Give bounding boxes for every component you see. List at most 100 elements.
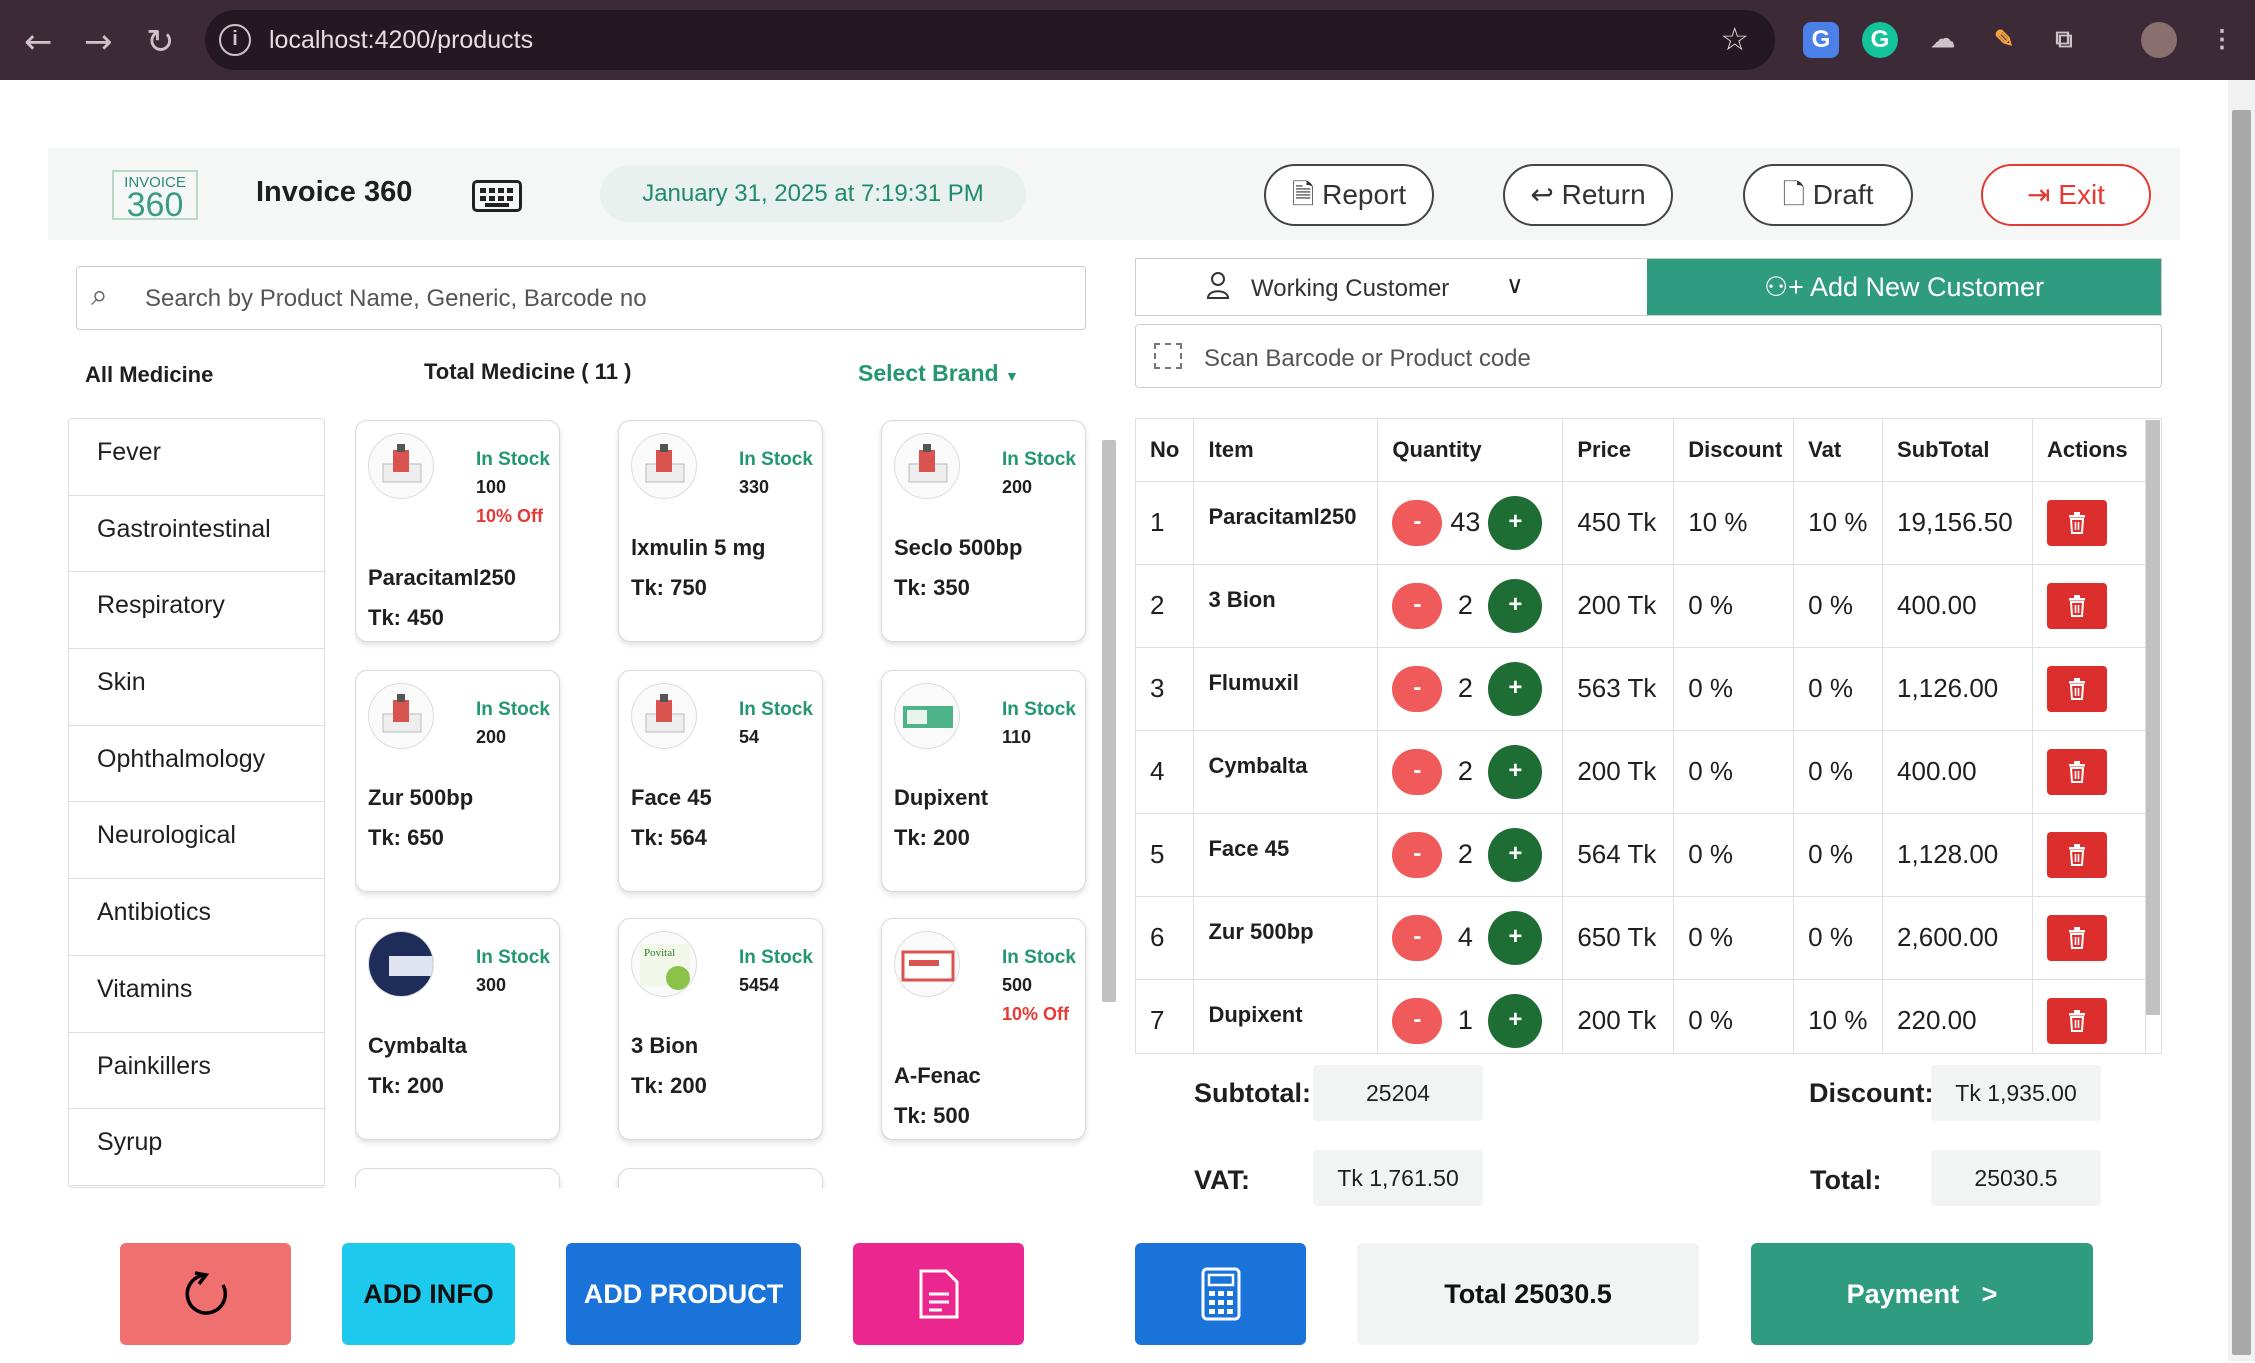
decrease-qty-button[interactable]: - — [1392, 499, 1443, 546]
category-item[interactable]: Antibiotics — [69, 879, 324, 956]
page-scrollbar-thumb[interactable] — [2232, 110, 2251, 1355]
decrease-qty-button[interactable]: - — [1392, 914, 1443, 961]
product-card[interactable]: In Stock 100 10% Off Paracitaml250 Tk: 4… — [355, 420, 560, 642]
qty-value: 43 — [1450, 507, 1481, 537]
increase-qty-button[interactable]: + — [1488, 744, 1543, 799]
page-scrollbar[interactable] — [2228, 80, 2255, 1361]
product-card[interactable]: Povital In Stock 5454 3 Bion Tk: 200 — [618, 918, 823, 1140]
select-brand-dropdown[interactable]: Select Brand ▼ — [858, 360, 1019, 387]
item-name: 3 Bion — [1193, 564, 1379, 648]
cart-scrollbar[interactable] — [2146, 420, 2160, 1015]
product-card[interactable] — [355, 1168, 560, 1188]
payment-button[interactable]: Payment > — [1751, 1243, 2093, 1345]
calculator-button[interactable] — [1135, 1243, 1306, 1345]
column-header: Quantity — [1377, 419, 1564, 482]
category-item[interactable]: Syrup — [69, 1109, 324, 1186]
draft-button[interactable]: 🗋 Draft — [1743, 164, 1913, 226]
browser-menu-icon[interactable]: ⋮ — [2204, 22, 2240, 58]
category-item[interactable]: Gastrointestinal — [69, 496, 324, 573]
stock-status: In Stock — [1002, 699, 1076, 720]
product-card[interactable]: In Stock 110 Dupixent Tk: 200 — [881, 670, 1086, 892]
qty-value: 2 — [1457, 756, 1473, 786]
increase-qty-button[interactable]: + — [1488, 495, 1543, 550]
table-header-row: No Item Quantity Price Discount Vat SubT… — [1136, 419, 2147, 482]
increase-qty-button[interactable]: + — [1488, 578, 1543, 633]
all-medicine-label[interactable]: All Medicine — [85, 362, 213, 388]
category-item[interactable]: Painkillers — [69, 1033, 324, 1110]
decrease-qty-button[interactable]: - — [1392, 748, 1443, 795]
calculator-icon — [1201, 1267, 1240, 1321]
add-info-button[interactable]: ADD INFO — [342, 1243, 515, 1345]
increase-qty-button[interactable]: + — [1488, 910, 1543, 965]
color-picker-extension-icon[interactable]: ✎ — [1986, 22, 2022, 58]
exit-button[interactable]: ⇥ Exit — [1981, 164, 2151, 226]
decrease-qty-button[interactable]: - — [1392, 831, 1443, 878]
add-new-customer-button[interactable]: ⚇+ Add New Customer — [1647, 259, 2161, 315]
discount-badge: 10% Off — [1002, 1004, 1070, 1024]
category-item[interactable]: Fever — [69, 419, 324, 496]
search-placeholder[interactable]: Search by Product Name, Generic, Barcode… — [145, 285, 647, 313]
address-bar[interactable]: i localhost:4200/products ☆ — [205, 10, 1775, 70]
category-item[interactable]: Vitamins — [69, 956, 324, 1033]
increase-qty-button[interactable]: + — [1488, 661, 1543, 716]
translate-extension-icon[interactable]: G — [1803, 22, 1839, 58]
increase-qty-button[interactable]: + — [1488, 827, 1543, 882]
site-info-icon[interactable]: i — [219, 24, 251, 56]
extension-icon[interactable]: ☁ — [1925, 22, 1961, 58]
increase-qty-button[interactable]: + — [1488, 993, 1543, 1048]
subtotal-cell: 400.00 — [1882, 564, 2033, 648]
trash-icon — [2068, 760, 2085, 783]
grammarly-extension-icon[interactable]: G — [1862, 22, 1898, 58]
category-item[interactable]: Skin — [69, 649, 324, 726]
product-card[interactable]: In Stock 200 Seclo 500bp Tk: 350 — [881, 420, 1086, 642]
decrease-qty-button[interactable]: - — [1392, 665, 1443, 712]
product-card[interactable]: In Stock 200 Zur 500bp Tk: 650 — [355, 670, 560, 892]
product-search-input[interactable]: ⌕ Search by Product Name, Generic, Barco… — [76, 266, 1086, 330]
return-button[interactable]: ↩ Return — [1503, 164, 1673, 226]
puzzle-extensions-icon[interactable]: ⧉ — [2046, 22, 2082, 58]
trash-icon — [2068, 1009, 2085, 1032]
delete-button[interactable] — [2046, 997, 2107, 1044]
forward-icon[interactable]: → — [84, 22, 113, 62]
category-item[interactable]: Ophthalmology — [69, 726, 324, 803]
delete-button[interactable] — [2046, 748, 2107, 795]
report-button[interactable]: 🗎 Report — [1264, 164, 1434, 226]
invoice-button[interactable] — [853, 1243, 1024, 1345]
working-customer-select[interactable]: Working Customer — [1251, 275, 1449, 303]
barcode-scan-input[interactable]: Scan Barcode or Product code — [1135, 324, 2162, 388]
column-header: Actions — [2032, 419, 2147, 482]
product-card[interactable]: In Stock 500 10% Off A-Fenac Tk: 500 — [881, 918, 1086, 1140]
url-text[interactable]: localhost:4200/products — [269, 26, 533, 55]
keyboard-icon[interactable] — [472, 180, 522, 212]
table-row: 6 Zur 500bp -4 + 650 Tk 0 % 0 % 2,600.00 — [1136, 896, 2147, 980]
product-list-scrollbar[interactable] — [1102, 440, 1116, 1002]
report-label: Report — [1322, 179, 1407, 210]
discount-cell: 0 % — [1673, 896, 1795, 980]
category-item[interactable]: Neurological — [69, 802, 324, 880]
bookmark-star-icon[interactable]: ☆ — [1720, 20, 1749, 58]
product-card[interactable]: In Stock 330 lxmulin 5 mg Tk: 750 — [618, 420, 823, 642]
product-card[interactable]: In Stock 54 Face 45 Tk: 564 — [618, 670, 823, 892]
price-cell: 200 Tk — [1562, 564, 1675, 648]
delete-button[interactable] — [2046, 914, 2107, 961]
total-label: Total: — [1810, 1165, 1882, 1195]
decrease-qty-button[interactable]: - — [1392, 997, 1443, 1044]
chevron-down-icon[interactable]: ∨ — [1506, 271, 1524, 300]
delete-button[interactable] — [2046, 831, 2107, 878]
price-cell: 200 Tk — [1562, 730, 1675, 814]
category-item[interactable]: Respiratory — [69, 572, 324, 650]
decrease-qty-button[interactable]: - — [1392, 582, 1443, 629]
product-card[interactable]: In Stock 300 Cymbalta Tk: 200 — [355, 918, 560, 1140]
delete-button[interactable] — [2046, 582, 2107, 629]
back-icon[interactable]: ← — [24, 22, 53, 62]
profile-avatar[interactable] — [2141, 22, 2177, 58]
price-cell: 200 Tk — [1562, 979, 1675, 1053]
scan-placeholder[interactable]: Scan Barcode or Product code — [1204, 345, 1531, 373]
delete-button[interactable] — [2046, 499, 2107, 546]
table-row: 4 Cymbalta -2 + 200 Tk 0 % 0 % 400.00 — [1136, 730, 2147, 814]
reset-button[interactable] — [120, 1243, 291, 1345]
add-product-button[interactable]: ADD PRODUCT — [566, 1243, 801, 1345]
delete-button[interactable] — [2046, 665, 2107, 712]
reload-icon[interactable]: ↻ — [146, 22, 175, 62]
product-card[interactable] — [618, 1168, 823, 1188]
